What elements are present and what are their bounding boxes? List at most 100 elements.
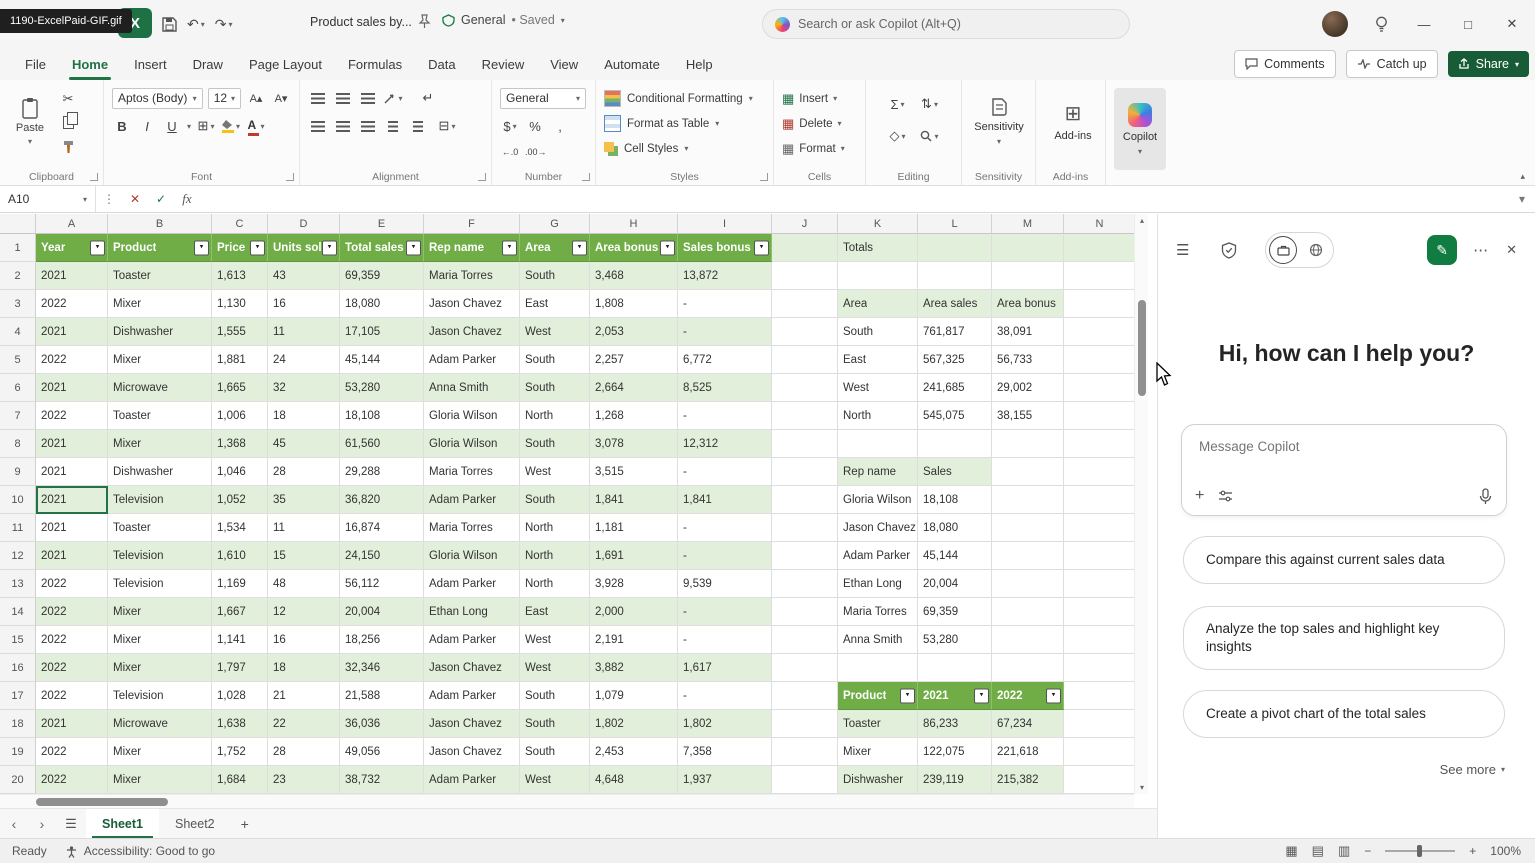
cell-G14[interactable]: East <box>520 598 590 626</box>
work-mode-button[interactable] <box>1269 236 1297 264</box>
cell-I19[interactable]: 7,358 <box>678 738 772 766</box>
cell-A13[interactable]: 2022 <box>36 570 108 598</box>
cell-G7[interactable]: North <box>520 402 590 430</box>
scroll-down-icon[interactable]: ▾ <box>1135 783 1149 792</box>
font-dialog-launcher[interactable] <box>286 173 294 181</box>
cell-L1[interactable] <box>918 234 992 262</box>
cell-M16[interactable] <box>992 654 1064 682</box>
cell-B19[interactable]: Mixer <box>108 738 212 766</box>
cell-C1[interactable]: Price▾ <box>212 234 268 262</box>
column-header-J[interactable]: J <box>772 214 838 234</box>
cell-J18[interactable] <box>772 710 838 738</box>
cell-I16[interactable]: 1,617 <box>678 654 772 682</box>
cell-F20[interactable]: Adam Parker <box>424 766 520 794</box>
conditional-formatting-button[interactable]: Conditional Formatting ▾ <box>604 86 765 111</box>
autosum-button[interactable]: Σ▾ <box>888 94 908 115</box>
cell-F12[interactable]: Gloria Wilson <box>424 542 520 570</box>
align-center-button[interactable] <box>333 116 353 137</box>
add-attachment-icon[interactable]: + <box>1195 487 1204 505</box>
cell-L10[interactable]: 18,108 <box>918 486 992 514</box>
cell-J19[interactable] <box>772 738 838 766</box>
cell-A18[interactable]: 2021 <box>36 710 108 738</box>
filter-button[interactable]: ▾ <box>754 240 769 255</box>
cell-F15[interactable]: Adam Parker <box>424 626 520 654</box>
cell-F7[interactable]: Gloria Wilson <box>424 402 520 430</box>
cell-C9[interactable]: 1,046 <box>212 458 268 486</box>
cell-D14[interactable]: 12 <box>268 598 340 626</box>
filter-button[interactable]: ▾ <box>900 688 915 703</box>
save-icon[interactable] <box>162 17 177 32</box>
cell-E13[interactable]: 56,112 <box>340 570 424 598</box>
cell-D19[interactable]: 28 <box>268 738 340 766</box>
cell-L16[interactable] <box>918 654 992 682</box>
column-header-C[interactable]: C <box>212 214 268 234</box>
format-cells-button[interactable]: ▦ Format▾ <box>782 136 857 161</box>
cell-J1[interactable] <box>772 234 838 262</box>
cell-L5[interactable]: 567,325 <box>918 346 992 374</box>
cell-B18[interactable]: Microwave <box>108 710 212 738</box>
number-dialog-launcher[interactable] <box>582 173 590 181</box>
cell-J4[interactable] <box>772 318 838 346</box>
cell-J15[interactable] <box>772 626 838 654</box>
page-break-view-icon[interactable]: ▥ <box>1338 843 1350 859</box>
search-input[interactable]: Search or ask Copilot (Alt+Q) <box>762 9 1130 39</box>
cell-C10[interactable]: 1,052 <box>212 486 268 514</box>
cell-F13[interactable]: Adam Parker <box>424 570 520 598</box>
cell-H3[interactable]: 1,808 <box>590 290 678 318</box>
cell-A14[interactable]: 2022 <box>36 598 108 626</box>
column-header-A[interactable]: A <box>36 214 108 234</box>
sensitivity-chip[interactable]: General • Saved ▾ <box>442 13 565 27</box>
prev-sheet-icon[interactable]: ‹ <box>0 816 28 832</box>
cell-J3[interactable] <box>772 290 838 318</box>
filter-button[interactable]: ▾ <box>250 240 265 255</box>
currency-button[interactable]: $▾ <box>500 116 520 137</box>
cell-B2[interactable]: Toaster <box>108 262 212 290</box>
cell-G13[interactable]: North <box>520 570 590 598</box>
cell-M14[interactable] <box>992 598 1064 626</box>
cell-J10[interactable] <box>772 486 838 514</box>
comma-style-button[interactable]: , <box>550 116 570 137</box>
cell-F11[interactable]: Maria Torres <box>424 514 520 542</box>
filter-button[interactable]: ▾ <box>572 240 587 255</box>
alignment-dialog-launcher[interactable] <box>478 173 486 181</box>
cell-L12[interactable]: 45,144 <box>918 542 992 570</box>
formula-input[interactable] <box>200 186 1509 212</box>
horizontal-scrollbar[interactable] <box>0 794 1134 808</box>
sort-filter-button[interactable]: ⇅▾ <box>920 94 940 115</box>
cell-E19[interactable]: 49,056 <box>340 738 424 766</box>
increase-indent-button[interactable] <box>408 116 428 137</box>
cell-G12[interactable]: North <box>520 542 590 570</box>
row-header-8[interactable]: 8 <box>0 430 36 458</box>
new-chat-button[interactable]: ✎ <box>1427 235 1457 265</box>
cell-G8[interactable]: South <box>520 430 590 458</box>
cell-A3[interactable]: 2022 <box>36 290 108 318</box>
cell-N4[interactable] <box>1064 318 1134 346</box>
copilot-button[interactable]: Copilot ▾ <box>1114 88 1166 170</box>
cell-N12[interactable] <box>1064 542 1134 570</box>
tab-automate[interactable]: Automate <box>591 48 673 80</box>
cell-C5[interactable]: 1,881 <box>212 346 268 374</box>
cell-L11[interactable]: 18,080 <box>918 514 992 542</box>
cell-G6[interactable]: South <box>520 374 590 402</box>
cell-C19[interactable]: 1,752 <box>212 738 268 766</box>
cell-I15[interactable]: - <box>678 626 772 654</box>
cell-C13[interactable]: 1,169 <box>212 570 268 598</box>
filter-button[interactable]: ▾ <box>406 240 421 255</box>
cell-B12[interactable]: Television <box>108 542 212 570</box>
cell-J5[interactable] <box>772 346 838 374</box>
font-name-select[interactable]: Aptos (Body)▾ <box>112 88 203 109</box>
cell-D8[interactable]: 45 <box>268 430 340 458</box>
lightbulb-icon[interactable] <box>1374 16 1389 33</box>
cell-I13[interactable]: 9,539 <box>678 570 772 598</box>
cell-A12[interactable]: 2021 <box>36 542 108 570</box>
cell-I6[interactable]: 8,525 <box>678 374 772 402</box>
borders-button[interactable]: ⊞▾ <box>196 116 216 137</box>
cell-C6[interactable]: 1,665 <box>212 374 268 402</box>
cell-H13[interactable]: 3,928 <box>590 570 678 598</box>
cell-N13[interactable] <box>1064 570 1134 598</box>
cell-D6[interactable]: 32 <box>268 374 340 402</box>
suggestion-card[interactable]: Compare this against current sales data <box>1183 536 1505 584</box>
cell-styles-button[interactable]: Cell Styles ▾ <box>604 136 765 161</box>
row-header-17[interactable]: 17 <box>0 682 36 710</box>
styles-dialog-launcher[interactable] <box>760 173 768 181</box>
